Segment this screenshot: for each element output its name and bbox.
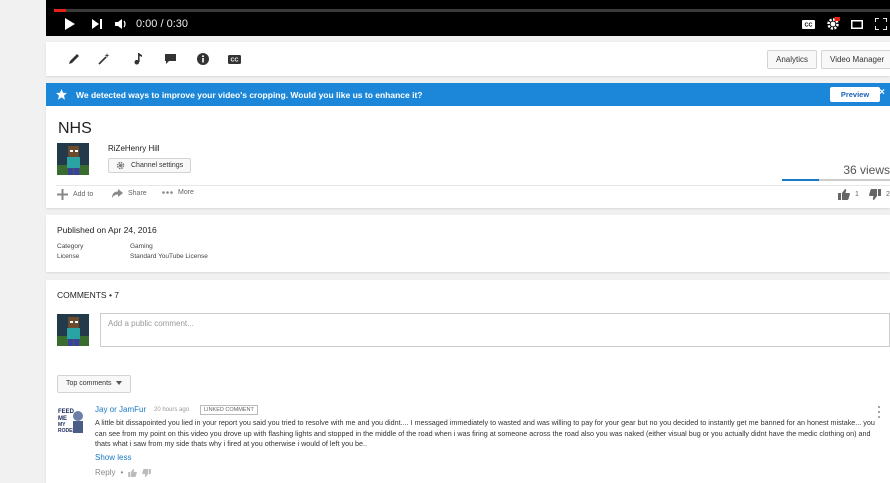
volume-icon bbox=[115, 19, 126, 29]
comment-time[interactable]: 20 hours ago bbox=[154, 407, 189, 413]
video-manager-button[interactable]: Video Manager bbox=[821, 50, 890, 69]
add-to-label: Add to bbox=[73, 191, 94, 198]
license-value: Standard YouTube License bbox=[130, 253, 208, 260]
avatar-image: FEED ME MY RODENT bbox=[57, 405, 85, 439]
sentiment-bar-fill bbox=[782, 179, 819, 181]
svg-text:FEED: FEED bbox=[58, 409, 75, 415]
dislike-count: 2 bbox=[886, 191, 890, 198]
share-button[interactable]: Share bbox=[112, 189, 147, 198]
star-icon bbox=[56, 89, 67, 100]
divider bbox=[56, 185, 890, 186]
like-button[interactable]: 1 bbox=[838, 189, 859, 200]
thumbs-down-icon[interactable] bbox=[142, 468, 152, 477]
next-button[interactable] bbox=[90, 15, 104, 33]
linked-comment-badge: LINKED COMMENT bbox=[200, 405, 258, 415]
captions-button[interactable]: CC bbox=[801, 15, 815, 33]
video-info-card: NHS RiZeHenry Hill Channel settings 36 v… bbox=[46, 106, 890, 208]
channel-settings-button[interactable]: Channel settings bbox=[108, 158, 192, 173]
subtitles-button[interactable]: CC bbox=[226, 51, 242, 67]
edit-info-button[interactable] bbox=[66, 51, 82, 67]
separator: • bbox=[120, 468, 124, 477]
video-title: NHS bbox=[58, 120, 92, 137]
description-card: Published on Apr 24, 2016 Category Gamin… bbox=[46, 215, 890, 272]
add-to-button[interactable]: Add to bbox=[57, 189, 93, 200]
plus-icon bbox=[57, 189, 68, 200]
channel-name[interactable]: RiZeHenry Hill bbox=[108, 144, 160, 153]
comment-author[interactable]: Jay or JamFur bbox=[95, 405, 146, 414]
avatar-image bbox=[57, 143, 89, 175]
share-icon bbox=[112, 189, 123, 198]
volume-button[interactable] bbox=[114, 15, 128, 33]
pencil-icon bbox=[69, 54, 79, 64]
more-button[interactable]: More bbox=[162, 189, 194, 196]
progress-bar[interactable] bbox=[54, 9, 890, 12]
sentiment-bar bbox=[782, 179, 890, 181]
magic-wand-icon bbox=[98, 53, 110, 65]
channel-settings-label: Channel settings bbox=[131, 162, 184, 169]
chevron-down-icon bbox=[116, 381, 123, 386]
enhancements-button[interactable] bbox=[96, 51, 112, 67]
play-icon bbox=[64, 18, 75, 30]
captions-icon: CC bbox=[801, 19, 815, 29]
dislike-button[interactable]: 2 bbox=[869, 189, 890, 200]
view-count: 36 views bbox=[843, 163, 890, 177]
analytics-button[interactable]: Analytics bbox=[767, 50, 818, 69]
gear-icon bbox=[827, 17, 840, 30]
show-less-link[interactable]: Show less bbox=[95, 453, 131, 462]
thumbs-up-icon[interactable] bbox=[128, 468, 138, 477]
comments-header: COMMENTS • 7 bbox=[57, 290, 120, 300]
gear-icon bbox=[116, 161, 125, 170]
commenter-avatar[interactable]: FEED ME MY RODENT bbox=[57, 405, 85, 439]
channel-avatar[interactable] bbox=[57, 143, 89, 175]
sort-dropdown[interactable]: Top comments bbox=[57, 375, 132, 393]
editor-toolbar: CC Analytics Video Manager bbox=[46, 42, 890, 76]
video-player-controls: 0:00 / 0:30 CC bbox=[46, 0, 890, 36]
subtitles-icon: CC bbox=[227, 54, 241, 64]
comment-text: A little bit dissapointed you lied in yo… bbox=[95, 418, 875, 448]
speech-bubble-icon bbox=[164, 53, 176, 64]
fullscreen-icon bbox=[875, 18, 887, 30]
close-icon[interactable]: × bbox=[879, 87, 885, 98]
preview-button[interactable]: Preview bbox=[830, 87, 880, 102]
comment-input[interactable]: Add a public comment... bbox=[100, 313, 890, 347]
time-display: 0:00 / 0:30 bbox=[136, 18, 188, 30]
progress-played bbox=[54, 9, 66, 12]
play-button[interactable] bbox=[62, 15, 76, 33]
sort-label: Top comments bbox=[66, 380, 112, 387]
cards-button[interactable] bbox=[195, 51, 211, 67]
theater-icon bbox=[851, 19, 863, 29]
share-label: Share bbox=[128, 190, 147, 197]
comments-card: COMMENTS • 7 Add a public comment... Top… bbox=[46, 280, 890, 483]
audio-button[interactable] bbox=[130, 51, 146, 67]
publish-date: Published on Apr 24, 2016 bbox=[57, 225, 157, 235]
annotations-button[interactable] bbox=[162, 51, 178, 67]
more-label: More bbox=[178, 189, 194, 196]
fullscreen-button[interactable] bbox=[874, 15, 888, 33]
svg-text:CC: CC bbox=[804, 22, 812, 28]
avatar-image bbox=[57, 314, 89, 346]
music-note-icon bbox=[134, 53, 142, 65]
thumbs-up-icon bbox=[838, 189, 850, 200]
next-icon bbox=[92, 19, 102, 29]
reply-button[interactable]: Reply bbox=[95, 468, 115, 477]
more-icon bbox=[162, 191, 173, 194]
category-value[interactable]: Gaming bbox=[130, 243, 153, 250]
banner-message: We detected ways to improve your video's… bbox=[76, 90, 423, 100]
user-avatar bbox=[57, 314, 89, 346]
thumbs-down-icon bbox=[869, 189, 881, 200]
comment-actions: Reply • bbox=[95, 468, 152, 477]
info-icon bbox=[197, 53, 209, 65]
comment-menu-button[interactable] bbox=[877, 406, 881, 418]
category-label: Category bbox=[57, 243, 84, 250]
settings-button[interactable] bbox=[825, 15, 841, 33]
license-label: License bbox=[57, 253, 80, 260]
enhancement-banner: We detected ways to improve your video's… bbox=[46, 83, 890, 106]
theater-mode-button[interactable] bbox=[850, 15, 864, 33]
svg-text:CC: CC bbox=[230, 57, 238, 63]
like-count: 1 bbox=[855, 191, 859, 198]
